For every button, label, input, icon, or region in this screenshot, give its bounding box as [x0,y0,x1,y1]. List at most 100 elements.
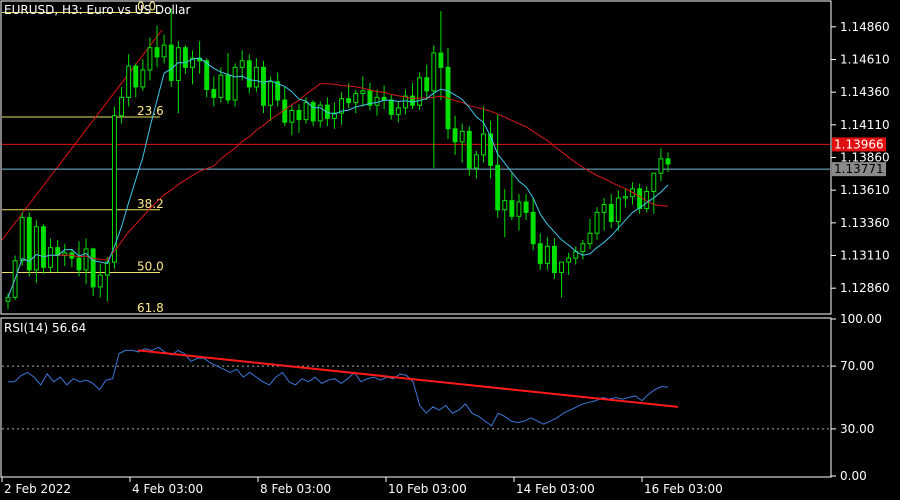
price-tick-label: 1.12860 [840,281,890,295]
candle-body [41,226,46,268]
candle-body [473,154,479,169]
candle-body [168,44,174,81]
candle-body [97,274,103,288]
candle-body [296,109,302,121]
candle-body [544,245,550,264]
candle-body [431,52,437,92]
candle-body [658,158,664,174]
candle-body [19,217,25,262]
price-pane-frame [0,0,832,315]
price-tick-label: 1.14860 [840,20,890,34]
price-pane[interactable]: 0.023.638.250.061.8 EURUSD, H3: Euro vs … [0,0,832,315]
rsi-pane-frame [0,317,832,478]
price-level-tag-label: 1.13771 [834,162,884,176]
rsi-tick-label: 100.00 [840,312,882,326]
time-tick-label: 4 Feb 03:00 [132,482,203,496]
candle-body [537,243,543,264]
candle-body [310,102,316,122]
candle-body [253,66,259,88]
candle-body [601,204,607,213]
candle-body [559,261,565,273]
candle-body [211,89,217,98]
candle-body [438,52,444,68]
price-axis[interactable]: 1.148601.146101.143601.141101.138601.136… [831,20,890,295]
time-tick-label: 10 Feb 03:00 [388,482,467,496]
candle-body [424,77,430,92]
candle-body [33,226,39,271]
candle-body [246,60,252,88]
rsi-tick-label: 0.00 [840,469,867,483]
candle [26,212,32,277]
candle-body [112,115,117,263]
candle-body [622,196,628,199]
candle-body [268,81,274,106]
rsi-tick-label: 70.00 [840,359,874,373]
price-level-tag-label: 1.13966 [834,137,884,151]
candle-body [495,164,501,211]
candle-body [594,211,600,234]
candle-body [90,248,96,288]
candle-body [140,69,146,88]
candle [19,212,25,266]
candle-body [395,107,401,115]
time-tick-label: 14 Feb 03:00 [516,482,595,496]
candle-body [402,95,408,109]
candle-body [516,201,522,217]
candle-body [289,109,295,123]
candle-body [410,95,415,106]
trading-chart[interactable]: 0.023.638.250.061.8 EURUSD, H3: Euro vs … [0,0,900,500]
candle [466,126,472,176]
chart-title: EURUSD, H3: Euro vs US Dollar [4,3,190,17]
price-tick-label: 1.14360 [840,85,890,99]
candle-body [239,60,245,68]
candle-body [232,66,238,101]
candle-body [161,44,167,58]
candle-body [133,65,139,88]
fib-level-label: 61.8 [137,301,164,315]
candle-body [76,257,82,271]
candle-body [466,130,472,169]
candle-body [608,204,614,223]
candle-body [119,96,124,117]
candle [112,106,117,269]
candle-body [552,245,557,273]
candle-body [218,74,224,98]
candle-body [182,47,188,68]
price-tick-label: 1.13360 [840,216,890,230]
candle [232,63,238,107]
price-tick-label: 1.14610 [840,52,890,66]
time-tick-label: 8 Feb 03:00 [260,482,331,496]
candle [261,60,266,114]
candle-body [481,133,486,156]
candle-body [5,296,11,302]
candle-body [530,211,536,245]
candle-body [261,66,266,106]
fib-level-label: 50.0 [137,259,164,273]
candle-body [587,232,593,245]
time-axis[interactable]: 2 Feb 2022 4 Feb 03:00 8 Feb 03:00 10 Feb 0… [1,477,723,496]
time-tick-label: 2 Feb 2022 [4,482,71,496]
candle-body [651,172,657,192]
candle-body [615,197,621,223]
candle-body [523,201,529,213]
candle-body [126,65,132,98]
candle-body [303,102,309,121]
candle-body [381,96,387,101]
candle-body [459,130,465,143]
candle-body [374,96,380,106]
candle-body [665,158,671,165]
rsi-pane[interactable]: RSI(14) 56.64 [0,317,832,478]
rsi-axis[interactable]: 100.00 70.00 30.00 0.00 [831,312,882,483]
candle-body [346,98,352,104]
candle-body [502,200,508,211]
price-tick-label: 1.14110 [840,118,890,132]
candle-body [83,248,89,271]
candle [41,224,46,274]
candle-body [360,90,366,94]
candle-body [452,128,458,143]
candle-body [353,92,359,104]
rsi-tick-label: 30.00 [840,422,874,436]
candle-body [566,257,572,263]
candle-body [26,217,32,271]
candle-body [225,74,231,101]
